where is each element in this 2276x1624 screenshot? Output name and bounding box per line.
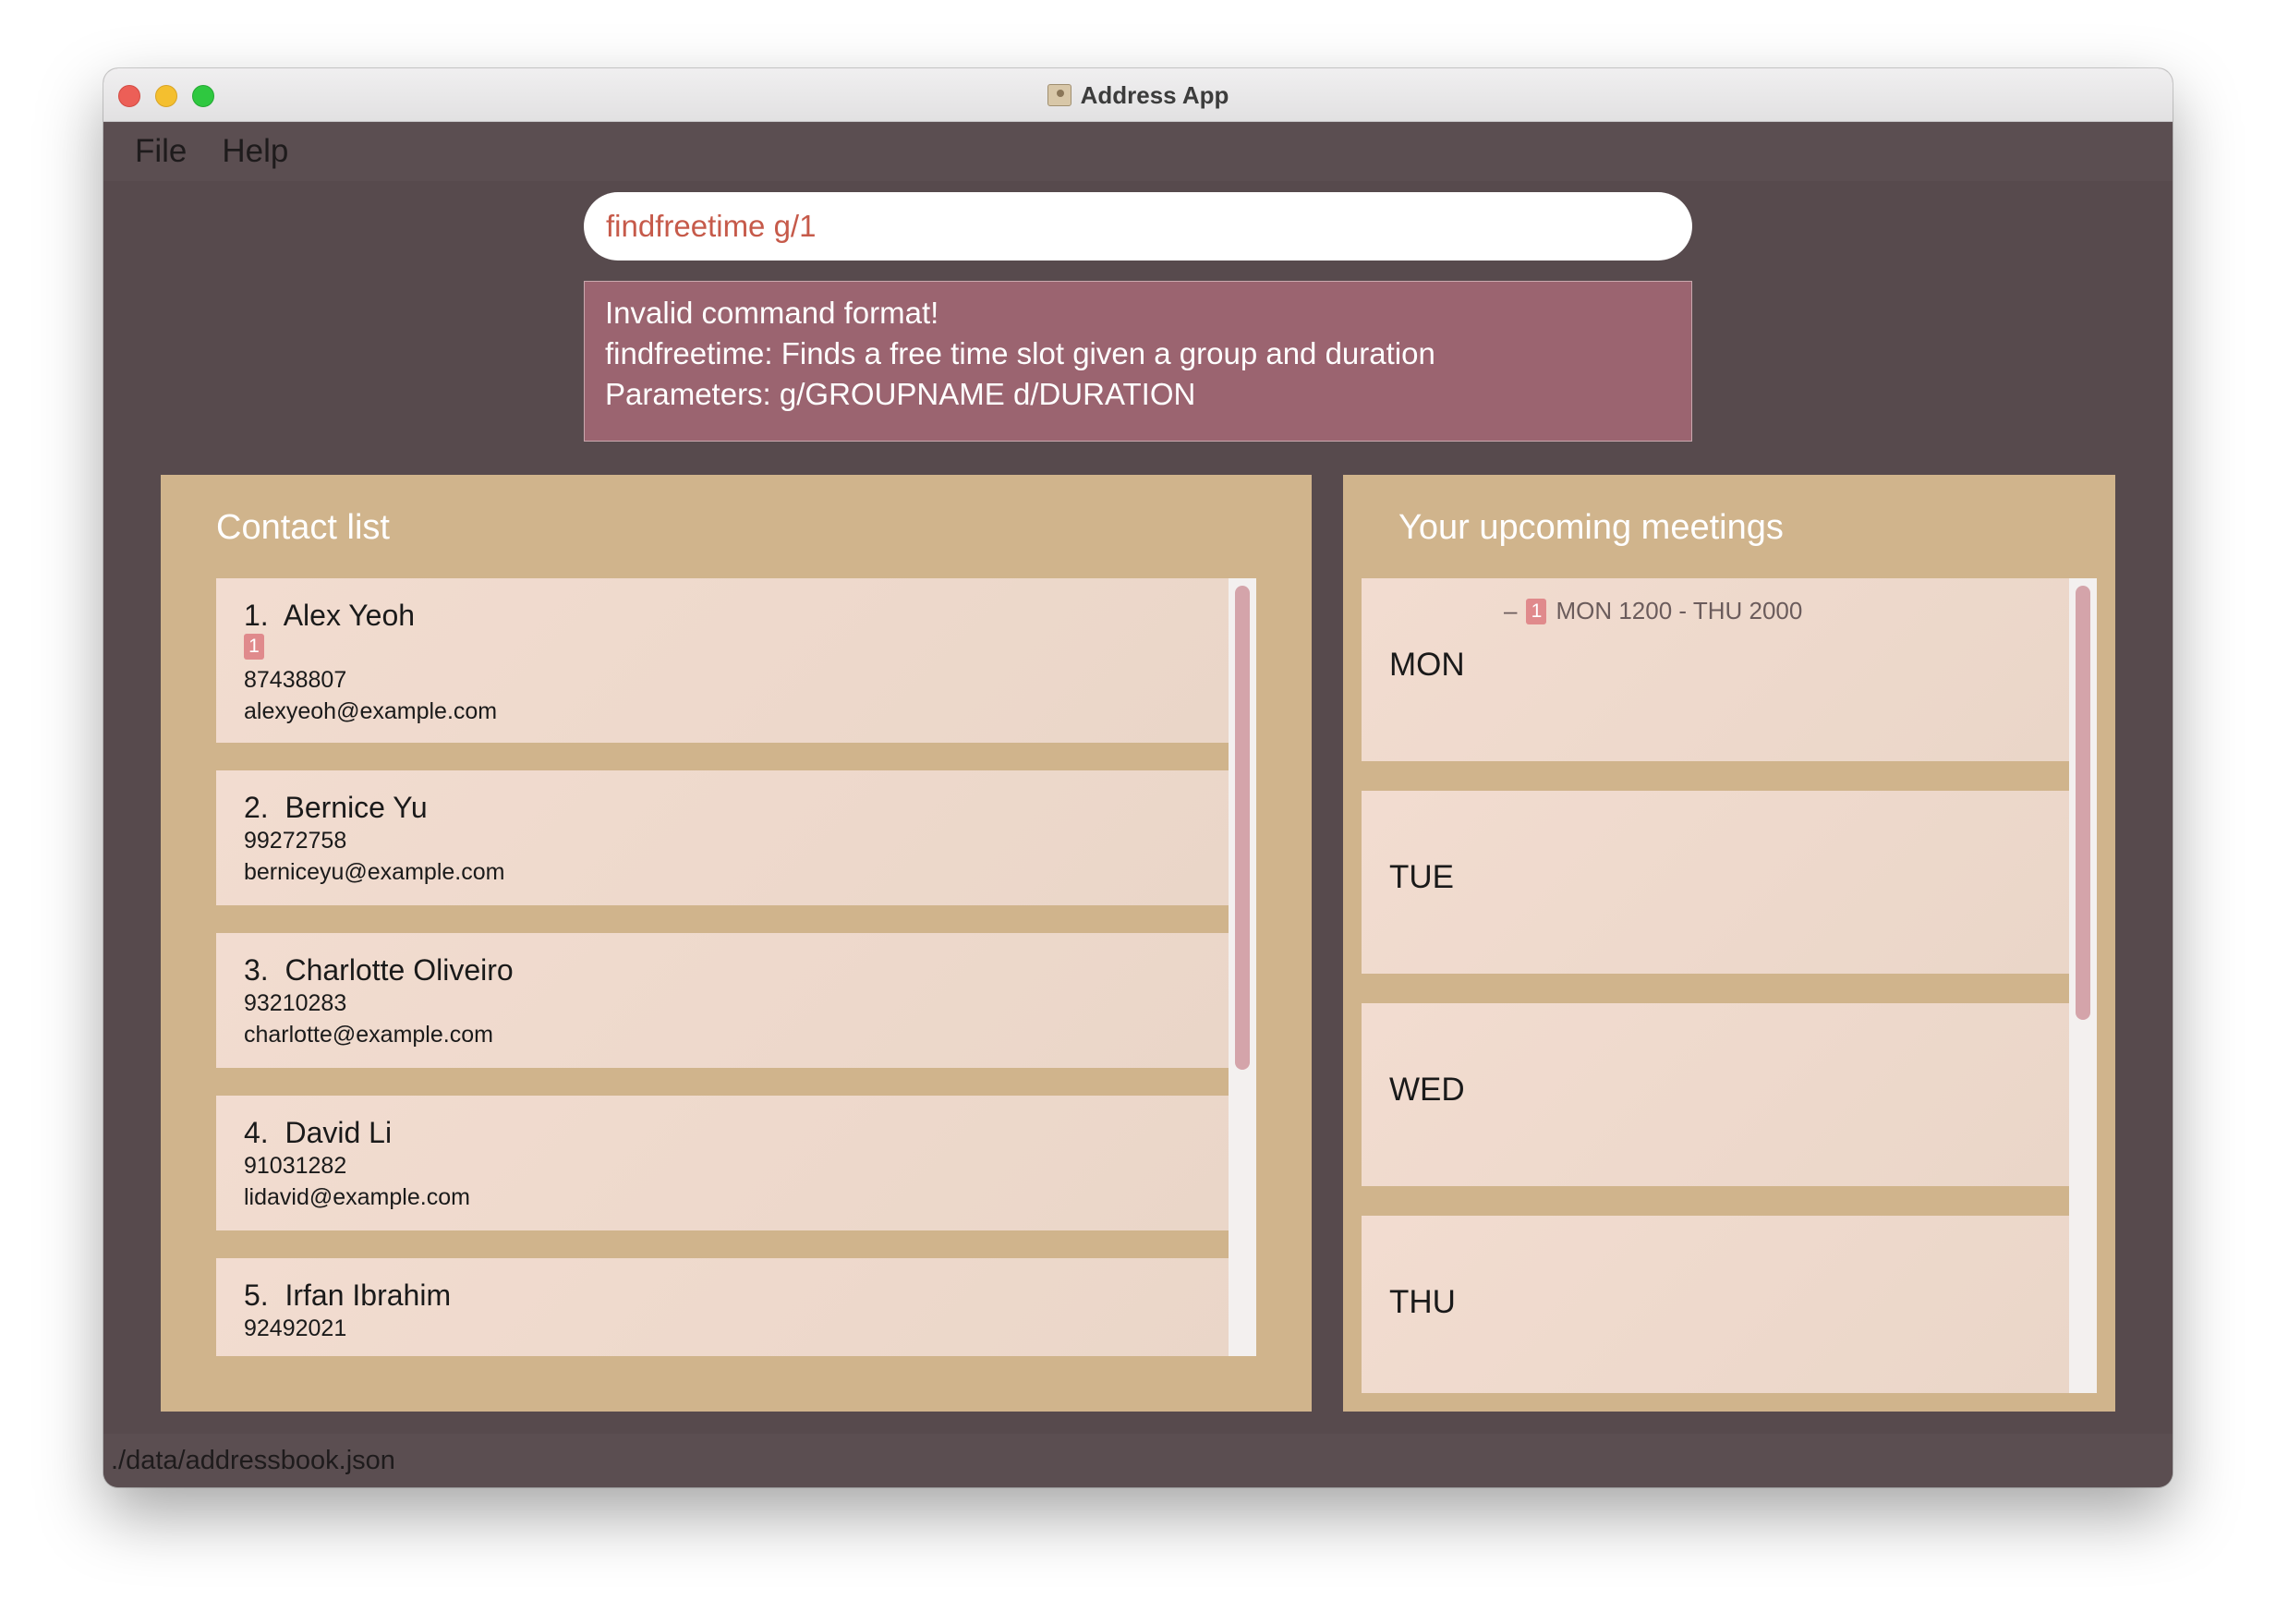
- day-card-thu[interactable]: THU: [1362, 1216, 2069, 1393]
- contact-list-panel: Contact list 1. Alex Yeoh 1 87438807 ale…: [161, 475, 1312, 1412]
- menu-file[interactable]: File: [135, 133, 187, 170]
- status-bar: ./data/addressbook.json: [103, 1434, 2173, 1487]
- day-label: THU: [1389, 1284, 1456, 1320]
- contact-name: 1. Alex Yeoh: [244, 599, 416, 632]
- result-line: findfreetime: Finds a free time slot giv…: [605, 336, 1435, 370]
- contact-email: alexyeoh@example.com: [244, 698, 498, 724]
- menu-help[interactable]: Help: [222, 133, 288, 170]
- contact-email: lidavid@example.com: [244, 1184, 470, 1210]
- meetings-scrollbar-track[interactable]: [2069, 578, 2097, 1393]
- result-line: Parameters: g/GROUPNAME d/DURATION: [605, 377, 1196, 411]
- data-file-path: ./data/addressbook.json: [111, 1445, 395, 1475]
- command-input[interactable]: findfreetime g/1: [584, 192, 1692, 261]
- contact-name: 3. Charlotte Oliveiro: [244, 953, 514, 987]
- meetings-scrollbar-thumb[interactable]: [2076, 586, 2090, 1020]
- meetings-list: – 1 MON 1200 - THU 2000 MON TUE WED THU: [1362, 578, 2097, 1393]
- window-title-group: Address App: [103, 68, 2173, 122]
- contact-card[interactable]: 4. David Li 91031282 lidavid@example.com: [216, 1096, 1229, 1230]
- contact-name: 2. Bernice Yu: [244, 791, 428, 824]
- contact-phone: 93210283: [244, 990, 347, 1016]
- result-line: Invalid command format!: [605, 296, 939, 330]
- meeting-dash: –: [1504, 597, 1518, 624]
- result-display: Invalid command format! findfreetime: Fi…: [584, 281, 1692, 442]
- app-window: Address App File Help findfreetime g/1 I…: [103, 68, 2173, 1487]
- contact-scrollbar-thumb[interactable]: [1235, 586, 1250, 1070]
- contact-phone: 99272758: [244, 828, 347, 854]
- address-book-icon: [1047, 84, 1071, 106]
- contact-list: 1. Alex Yeoh 1 87438807 alexyeoh@example…: [216, 578, 1256, 1356]
- meeting-tag: 1: [1526, 598, 1547, 624]
- contact-scrollbar-track[interactable]: [1229, 578, 1256, 1356]
- contact-card[interactable]: 2. Bernice Yu 99272758 berniceyu@example…: [216, 770, 1229, 905]
- meeting-time: MON 1200 - THU 2000: [1556, 597, 1803, 624]
- day-card-wed[interactable]: WED: [1362, 1003, 2069, 1186]
- contact-name: 5. Irfan Ibrahim: [244, 1279, 452, 1312]
- contact-list-title: Contact list: [216, 508, 390, 547]
- contact-card[interactable]: 5. Irfan Ibrahim 92492021: [216, 1258, 1229, 1356]
- contact-tag: 1: [244, 634, 264, 660]
- meeting-entry[interactable]: – 1 MON 1200 - THU 2000: [1504, 597, 1802, 625]
- contact-phone: 91031282: [244, 1153, 347, 1179]
- meetings-panel: Your upcoming meetings – 1 MON 1200 - TH…: [1343, 475, 2115, 1412]
- title-bar: Address App: [103, 68, 2173, 122]
- contact-name: 4. David Li: [244, 1116, 393, 1149]
- menu-bar: File Help: [103, 122, 2173, 181]
- day-label: WED: [1389, 1072, 1465, 1108]
- day-card-tue[interactable]: TUE: [1362, 791, 2069, 974]
- day-card-mon[interactable]: – 1 MON 1200 - THU 2000 MON: [1362, 578, 2069, 761]
- meetings-title: Your upcoming meetings: [1398, 508, 1784, 547]
- contact-email: berniceyu@example.com: [244, 859, 505, 885]
- contact-card[interactable]: 1. Alex Yeoh 1 87438807 alexyeoh@example…: [216, 578, 1229, 743]
- window-title: Address App: [1080, 80, 1229, 109]
- contact-card[interactable]: 3. Charlotte Oliveiro 93210283 charlotte…: [216, 933, 1229, 1068]
- contact-email: charlotte@example.com: [244, 1022, 493, 1048]
- contact-phone: 87438807: [244, 667, 347, 693]
- day-label: MON: [1389, 647, 1465, 683]
- contact-phone: 92492021: [244, 1315, 347, 1341]
- day-label: TUE: [1389, 859, 1454, 895]
